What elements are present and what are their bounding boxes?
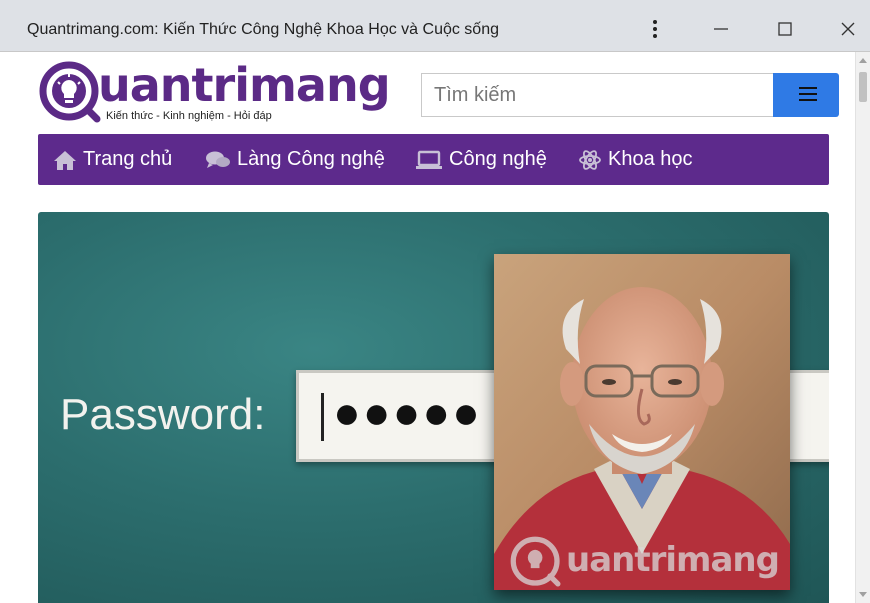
logo-tagline: Kiến thức - Kinh nghiệm - Hỏi đáp [106, 110, 272, 122]
atom-icon [578, 148, 602, 172]
minimize-icon[interactable] [704, 12, 738, 46]
lightbulb-logo-icon [39, 61, 101, 123]
text-caret [321, 393, 324, 441]
lightbulb-watermark-icon [510, 536, 561, 587]
search-button[interactable] [773, 73, 839, 117]
menu-icon [799, 87, 817, 101]
hero-image[interactable]: Password: ●●●●● uantrimang [38, 212, 829, 603]
search-input[interactable] [421, 73, 773, 117]
nav-item-cong-nghe[interactable]: Công nghệ [415, 134, 547, 185]
window-titlebar: Quantrimang.com: Kiến Thức Công Nghệ Kho… [0, 0, 870, 52]
password-label: Password: [60, 390, 266, 439]
nav-item-label: Khoa học [608, 148, 693, 170]
site-logo[interactable]: uantrimang Kiến thức - Kinh nghiệm - Hỏi… [38, 58, 391, 128]
search-bar [421, 73, 839, 117]
nav-item-lang-cong-nghe[interactable]: Làng Công nghệ [205, 134, 385, 185]
main-nav: Trang chủ Làng Công nghệ Công nghệ Khoa … [38, 134, 829, 185]
more-vert-icon[interactable] [638, 12, 672, 46]
vertical-scrollbar[interactable] [855, 52, 870, 603]
nav-item-home[interactable]: Trang chủ [53, 134, 172, 185]
watermark: uantrimang [506, 532, 816, 592]
window-title: Quantrimang.com: Kiến Thức Công Nghệ Kho… [27, 21, 499, 38]
nav-item-label: Làng Công nghệ [237, 148, 385, 170]
nav-item-label: Trang chủ [83, 148, 173, 170]
maximize-icon[interactable] [768, 12, 802, 46]
password-dots: ●●●●● [333, 386, 482, 438]
scroll-up-arrow-icon[interactable] [859, 58, 867, 63]
chat-bubbles-icon [205, 149, 231, 171]
scroll-thumb[interactable] [859, 72, 867, 102]
close-icon[interactable] [831, 12, 865, 46]
home-icon [53, 149, 77, 171]
laptop-icon [415, 149, 443, 171]
logo-wordmark: uantrimang [98, 58, 391, 112]
nav-item-khoa-hoc[interactable]: Khoa học [578, 134, 693, 185]
watermark-text: uantrimang [566, 540, 780, 580]
scroll-down-arrow-icon[interactable] [859, 592, 867, 597]
nav-item-label: Công nghệ [449, 148, 547, 170]
